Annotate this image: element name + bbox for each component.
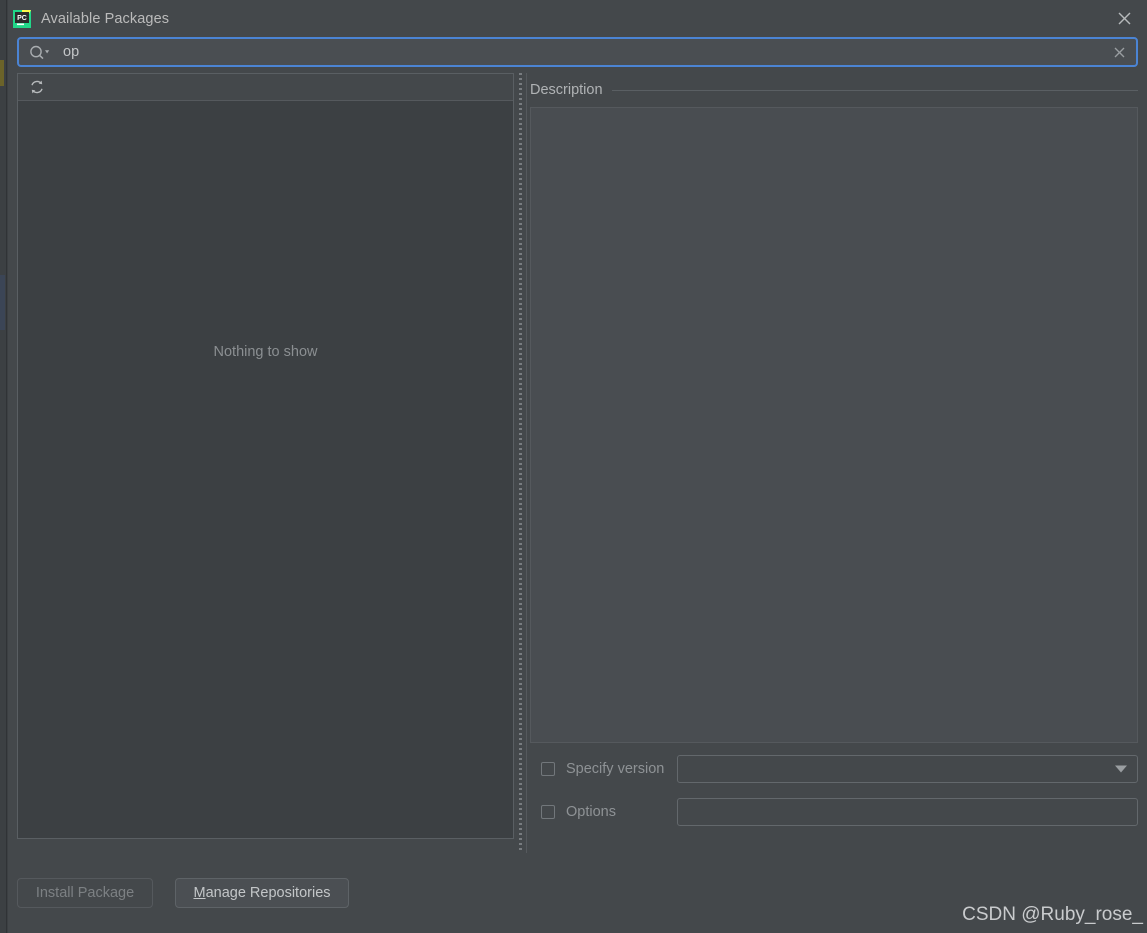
description-title: Description — [530, 82, 603, 98]
background-accent-yellow — [0, 60, 4, 86]
search-row: op — [8, 37, 1147, 73]
manage-repositories-button[interactable]: Manage Repositories — [175, 878, 349, 908]
available-packages-dialog: PC Available Packages op Nothing to show… — [8, 0, 1147, 933]
specify-version-checkbox[interactable]: Specify version — [530, 761, 677, 777]
empty-state-label: Nothing to show — [213, 344, 318, 360]
install-options: Specify version Options — [530, 743, 1138, 839]
options-label: Options — [566, 804, 616, 820]
search-icon[interactable] — [29, 45, 50, 60]
refresh-icon[interactable] — [28, 78, 46, 96]
dialog-left-edge — [6, 0, 7, 933]
install-package-label: Install Package — [35, 885, 135, 901]
dialog-footer: Install Package Manage Repositories CSDN… — [8, 853, 1147, 933]
background-window-strip — [0, 0, 8, 933]
options-row: Options — [530, 798, 1138, 826]
specify-version-row: Specify version — [530, 755, 1138, 783]
options-checkbox[interactable]: Options — [530, 804, 677, 820]
manage-repositories-label: anage Repositories — [205, 885, 331, 901]
dialog-body: Nothing to show Description Specify vers… — [8, 73, 1147, 853]
manage-repositories-mnemonic: M — [193, 885, 206, 901]
close-icon[interactable] — [1111, 5, 1137, 31]
dialog-title: Available Packages — [41, 10, 170, 27]
splitter-line — [526, 73, 527, 853]
package-list[interactable]: Nothing to show — [18, 101, 513, 838]
description-separator — [611, 89, 1138, 91]
pycharm-logo-icon: PC — [12, 9, 32, 29]
description-header: Description — [530, 73, 1138, 107]
vertical-splitter[interactable] — [514, 73, 530, 853]
description-content — [530, 107, 1138, 743]
checkbox-box — [541, 762, 555, 776]
splitter-grip — [519, 73, 522, 853]
clear-icon[interactable] — [1110, 43, 1128, 61]
dialog-titlebar: PC Available Packages — [8, 0, 1147, 37]
svg-text:PC: PC — [17, 15, 27, 22]
search-input[interactable]: op — [17, 37, 1138, 67]
options-input[interactable] — [677, 798, 1138, 826]
specify-version-label: Specify version — [566, 761, 665, 777]
background-accent-blue — [0, 275, 5, 330]
package-list-panel: Nothing to show — [17, 73, 514, 839]
checkbox-box — [541, 805, 555, 819]
package-list-toolbar — [18, 74, 513, 101]
install-package-button[interactable]: Install Package — [17, 878, 153, 908]
version-combobox[interactable] — [677, 755, 1138, 783]
watermark: CSDN @Ruby_rose_ — [962, 904, 1143, 925]
chevron-down-icon[interactable] — [1115, 765, 1127, 773]
description-panel: Description Specify version Options — [530, 73, 1138, 839]
search-input-value: op — [63, 44, 80, 60]
